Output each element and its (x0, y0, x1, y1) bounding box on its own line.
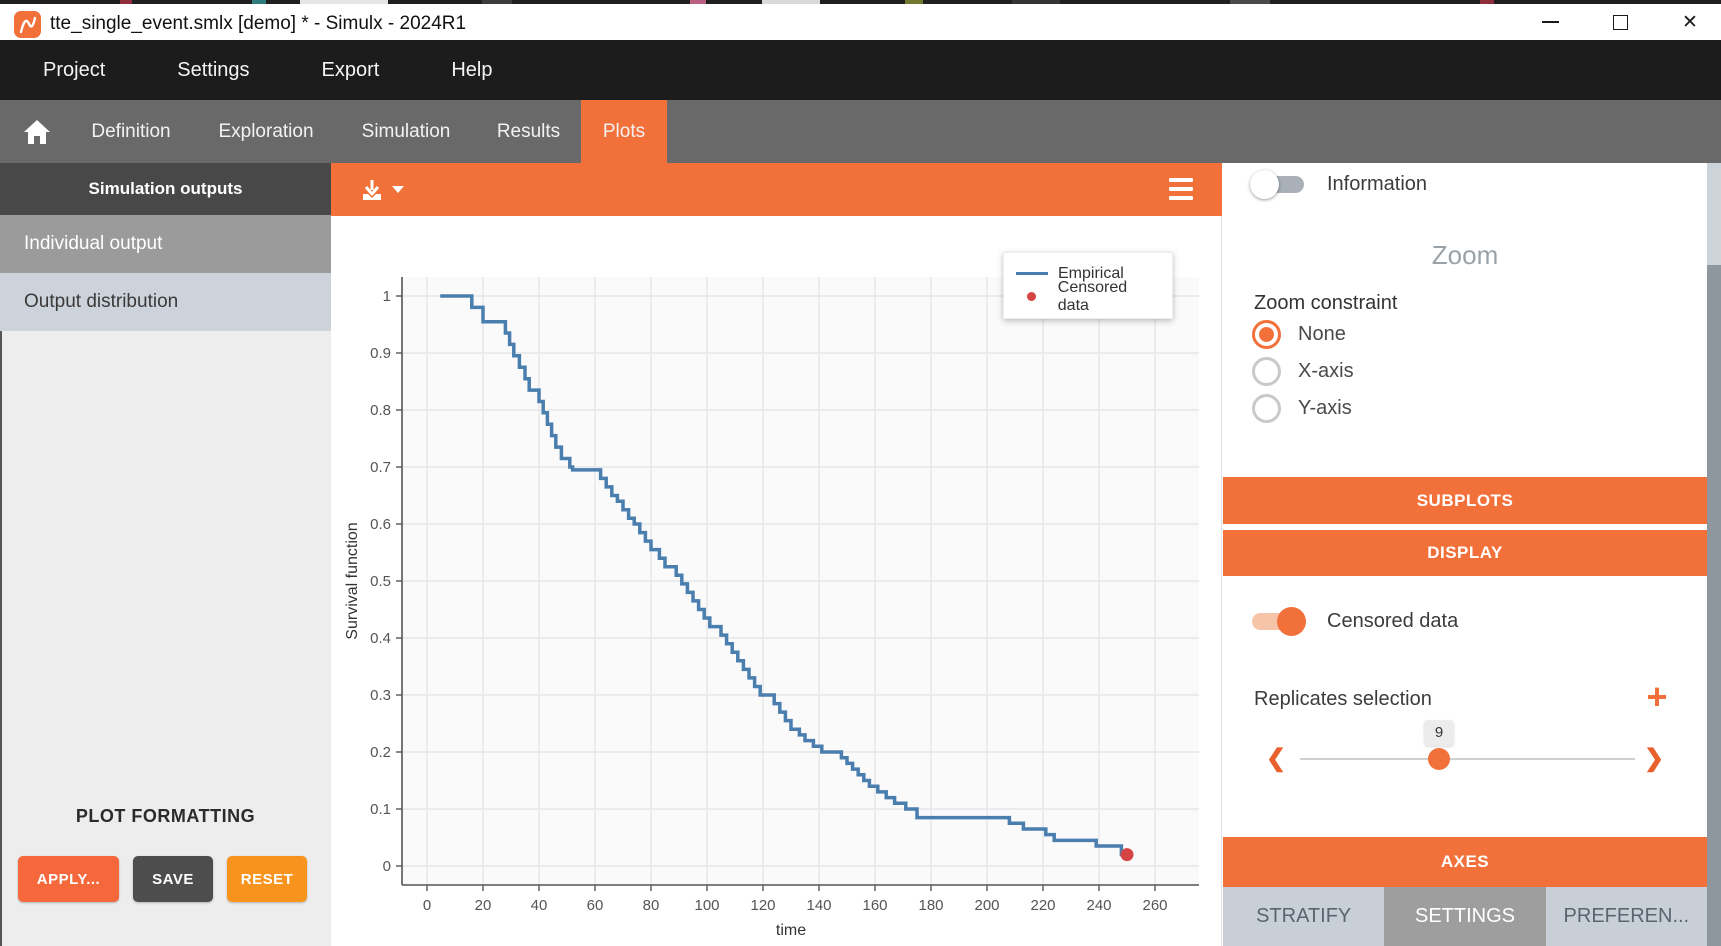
sidebar-item-output-distribution[interactable]: Output distribution (0, 273, 331, 331)
subplots-button[interactable]: SUBPLOTS (1223, 477, 1707, 524)
svg-text:0.3: 0.3 (370, 687, 391, 704)
minimize-button[interactable] (1520, 4, 1580, 40)
simulx-app-icon (14, 11, 41, 38)
radio-selected-icon[interactable] (1252, 320, 1281, 349)
svg-text:1: 1 (383, 288, 391, 305)
replicate-prev-icon[interactable]: ❮ (1266, 744, 1286, 774)
tab-preferences[interactable]: PREFEREN... (1546, 887, 1707, 946)
save-button[interactable]: SAVE (133, 856, 213, 902)
svg-text:0.7: 0.7 (370, 459, 391, 476)
close-button[interactable]: ✕ (1660, 4, 1720, 40)
title-bar: tte_single_event.smlx [demo] * - Simulx … (0, 4, 1721, 40)
radio-icon[interactable] (1252, 394, 1281, 423)
replicates-selection-label: Replicates selection (1254, 688, 1432, 711)
tab-simulation[interactable]: Simulation (336, 100, 476, 163)
zoom-constraint-x-axis[interactable]: X-axis (1252, 357, 1354, 386)
window-title: tte_single_event.smlx [demo] * - Simulx … (50, 13, 466, 35)
svg-text:100: 100 (694, 897, 719, 914)
svg-text:Survival function: Survival function (344, 522, 361, 639)
svg-text:220: 220 (1030, 897, 1055, 914)
settings-footer-tabs: STRATIFY SETTINGS PREFEREN... (1223, 887, 1707, 946)
svg-text:0.1: 0.1 (370, 801, 391, 818)
main-tab-bar: Definition Exploration Simulation Result… (0, 100, 1721, 163)
replicate-slider-knob[interactable] (1428, 748, 1450, 770)
svg-text:40: 40 (531, 897, 548, 914)
tab-exploration[interactable]: Exploration (196, 100, 336, 163)
svg-text:200: 200 (974, 897, 999, 914)
tab-definition[interactable]: Definition (66, 100, 196, 163)
svg-text:180: 180 (918, 897, 943, 914)
svg-text:240: 240 (1086, 897, 1111, 914)
svg-text:0.8: 0.8 (370, 402, 391, 419)
replicate-slider-value: 9 (1424, 720, 1454, 746)
plot-formatting-title: PLOT FORMATTING (0, 806, 331, 827)
legend-censored-data[interactable]: Censored data (1016, 285, 1160, 308)
svg-text:120: 120 (750, 897, 775, 914)
sidebar-section-header: Simulation outputs (0, 163, 331, 215)
tab-stratify[interactable]: STRATIFY (1223, 887, 1384, 946)
tab-settings[interactable]: SETTINGS (1384, 887, 1545, 946)
svg-text:0: 0 (423, 897, 431, 914)
svg-text:260: 260 (1142, 897, 1167, 914)
censored-data-toggle-row: Censored data (1252, 610, 1458, 633)
tab-results[interactable]: Results (476, 100, 581, 163)
svg-text:140: 140 (806, 897, 831, 914)
censored-data-toggle[interactable] (1252, 613, 1304, 630)
zoom-constraint-y-axis[interactable]: Y-axis (1252, 394, 1352, 423)
information-toggle-row: Information (1252, 173, 1427, 196)
menu-bar: Project Settings Export Help (0, 40, 1721, 100)
radio-icon[interactable] (1252, 357, 1281, 386)
zoom-constraint-none[interactable]: None (1252, 320, 1346, 349)
svg-text:0.4: 0.4 (370, 630, 391, 647)
add-replicate-icon[interactable]: + (1641, 682, 1673, 714)
zoom-constraint-label: Zoom constraint (1254, 292, 1397, 315)
svg-text:time: time (776, 922, 806, 939)
svg-text:0.5: 0.5 (370, 573, 391, 590)
menu-project[interactable]: Project (33, 53, 115, 88)
axes-button[interactable]: AXES (1223, 837, 1707, 887)
svg-text:0.2: 0.2 (370, 744, 391, 761)
menu-settings[interactable]: Settings (167, 53, 259, 88)
home-icon[interactable] (14, 100, 60, 163)
svg-text:20: 20 (475, 897, 492, 914)
maximize-button[interactable] (1590, 4, 1650, 40)
plot-legend: Empirical Censored data (1003, 252, 1173, 319)
information-toggle[interactable] (1252, 176, 1304, 193)
svg-text:0.6: 0.6 (370, 516, 391, 533)
svg-text:0.9: 0.9 (370, 345, 391, 362)
information-label: Information (1327, 173, 1427, 196)
legend-line-swatch (1016, 272, 1048, 275)
replicate-slider-track[interactable] (1300, 758, 1635, 760)
svg-text:60: 60 (587, 897, 604, 914)
apply-button[interactable]: APPLY... (18, 856, 119, 902)
reset-button[interactable]: RESET (227, 856, 307, 902)
svg-text:0: 0 (383, 858, 391, 875)
svg-text:80: 80 (643, 897, 660, 914)
menu-export[interactable]: Export (312, 53, 390, 88)
panel-scrollbar-thumb[interactable] (1707, 265, 1721, 946)
svg-text:160: 160 (862, 897, 887, 914)
zoom-section-title: Zoom (1223, 240, 1707, 271)
replicate-next-icon[interactable]: ❯ (1644, 744, 1664, 774)
sidebar-item-individual-output[interactable]: Individual output (0, 215, 331, 273)
legend-dot-swatch (1027, 292, 1036, 301)
censored-data-label: Censored data (1327, 610, 1458, 633)
menu-help[interactable]: Help (441, 53, 502, 88)
tab-plots-active[interactable]: Plots (581, 100, 667, 163)
display-button[interactable]: DISPLAY (1223, 528, 1707, 576)
